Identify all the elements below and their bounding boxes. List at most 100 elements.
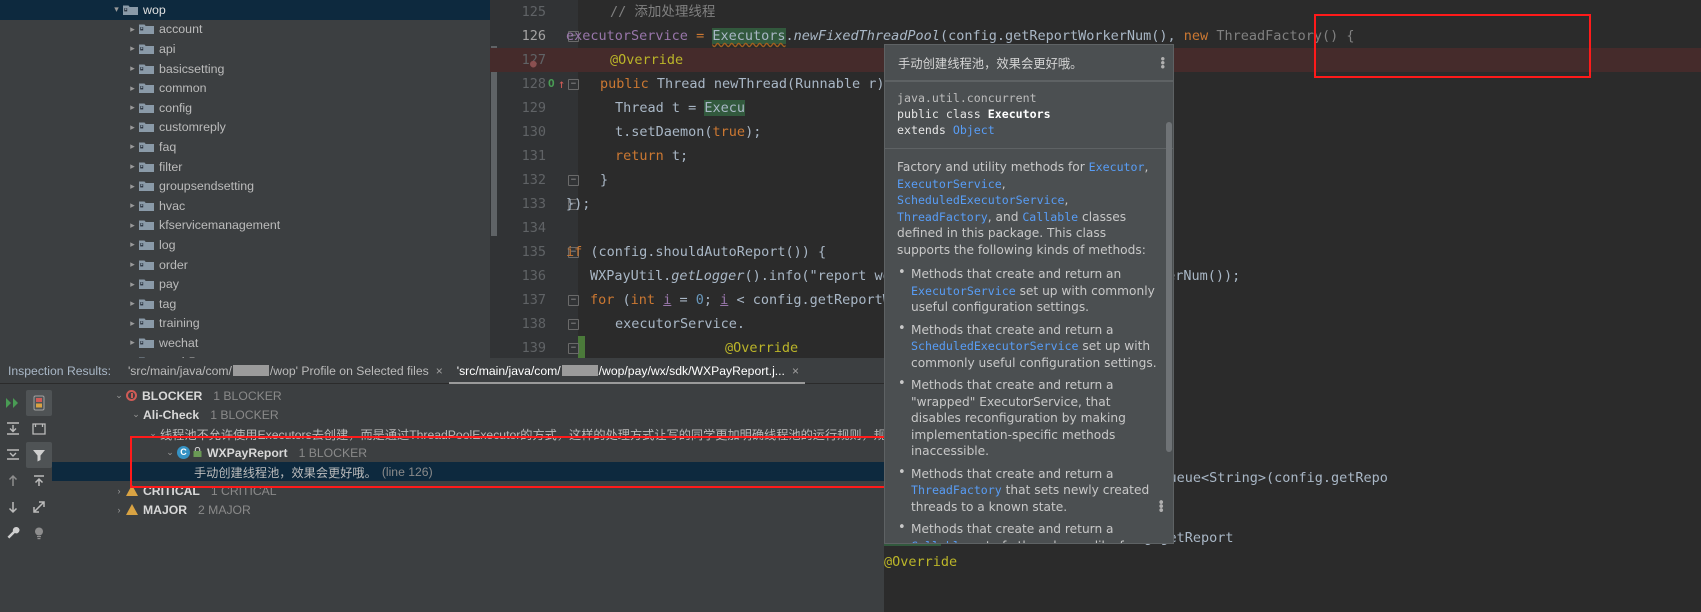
inspection-row[interactable]: ⌄ 线程池不允许使用Executors去创建，而是通过ThreadPoolExec…	[52, 424, 884, 443]
chevron-right-icon[interactable]: ▸	[126, 83, 139, 94]
export-icon[interactable]	[26, 468, 52, 494]
inspection-row[interactable]: 手动创建线程池，效果会更好哦。 (line 126)	[52, 462, 884, 481]
doc-link-threadfactory[interactable]: ThreadFactory	[897, 210, 988, 224]
tree-node-groupsendsetting[interactable]: ▸ groupsendsetting	[0, 176, 490, 196]
chevron-right-icon[interactable]: ▸	[126, 298, 139, 309]
tree-node-pay[interactable]: ▸ pay	[0, 274, 490, 294]
chevron-right-icon[interactable]: ▸	[126, 318, 139, 329]
tree-node-log[interactable]: ▸ log	[0, 235, 490, 255]
chevron-right-icon[interactable]: ▸	[126, 141, 139, 152]
line-number: 131	[521, 148, 546, 164]
chevron-right-icon[interactable]: ▸	[126, 200, 139, 211]
chevron-right-icon[interactable]: ▸	[126, 239, 139, 250]
tree-node-wechat[interactable]: ▸ wechat	[0, 333, 490, 353]
inspection-row[interactable]: › CRITICAL 1 CRITICAL	[52, 481, 884, 500]
settings-wrench-icon[interactable]	[0, 520, 26, 546]
code-text: executorService.	[615, 316, 746, 332]
close-icon[interactable]: ×	[792, 364, 799, 378]
inspection-row-label: CRITICAL	[143, 483, 200, 498]
tree-node-account[interactable]: ▸ account	[0, 20, 490, 40]
chevron-down-icon[interactable]: ⌄	[146, 428, 160, 439]
code-text: });	[566, 196, 591, 212]
chevron-right-icon[interactable]: ▸	[126, 181, 139, 192]
folder-icon	[139, 43, 154, 55]
doc-link-callable[interactable]: Callable	[1022, 210, 1078, 224]
chevron-down-icon[interactable]: ▾	[110, 4, 123, 15]
chevron-down-icon[interactable]: ⌄	[129, 409, 143, 420]
filter-icon[interactable]	[26, 442, 52, 468]
chevron-down-icon[interactable]: ⌄	[163, 447, 177, 458]
traffic-light-icon[interactable]	[26, 390, 52, 416]
chevron-right-icon[interactable]: ▸	[126, 337, 139, 348]
chevron-right-icon[interactable]: ▸	[126, 259, 139, 270]
inspection-tab[interactable]: 'src/main/java/com/ /wop' Profile on Sele…	[120, 358, 449, 384]
doc-more-options-icon[interactable]: • • •	[1157, 497, 1165, 518]
tree-node-common[interactable]: ▸ common	[0, 78, 490, 98]
redacted-path-block	[232, 365, 269, 376]
chevron-right-icon[interactable]: ▸	[126, 24, 139, 35]
doc-bullet-link[interactable]: ExecutorService	[911, 284, 1016, 298]
lightbulb-icon[interactable]	[26, 520, 52, 546]
redacted-path-block	[561, 365, 598, 376]
chevron-right-icon[interactable]: ▸	[126, 43, 139, 54]
chevron-right-icon[interactable]: ›	[112, 486, 126, 496]
fold-marker-icon[interactable]: −	[568, 343, 579, 354]
doc-bullet-link[interactable]: ThreadFactory	[911, 483, 1002, 497]
tree-node-label: wechat	[159, 335, 199, 350]
fold-marker-icon[interactable]: −	[568, 79, 579, 90]
tree-node-config[interactable]: ▸ config	[0, 98, 490, 118]
inspection-tree[interactable]: ⌄ BLOCKER 1 BLOCKER ⌄ Ali-Check 1 BLOCKER ⌄ 线程池…	[52, 384, 884, 612]
tree-node-basicsetting[interactable]: ▸ basicsetting	[0, 59, 490, 79]
group-by-directory-icon[interactable]	[26, 416, 52, 442]
chevron-right-icon[interactable]: ▸	[126, 102, 139, 113]
chevron-right-icon[interactable]: ▸	[126, 279, 139, 290]
tree-node-kfservicemanagement[interactable]: ▸ kfservicemanagement	[0, 216, 490, 236]
documentation-popup[interactable]: java.util.concurrent public class Execut…	[884, 81, 1174, 544]
tree-node-filter[interactable]: ▸ filter	[0, 157, 490, 177]
tree-node-training[interactable]: ▸ training	[0, 314, 490, 334]
doc-link-executor[interactable]: Executor	[1089, 160, 1145, 174]
doc-extends: extends Object	[897, 122, 1161, 138]
java-class-icon: C	[177, 446, 190, 459]
tree-node-tag[interactable]: ▸ tag	[0, 294, 490, 314]
doc-popup-scrollbar[interactable]	[1166, 122, 1172, 452]
chevron-right-icon[interactable]: ▸	[126, 122, 139, 133]
open-in-new-icon[interactable]	[26, 494, 52, 520]
close-icon[interactable]: ×	[436, 364, 443, 378]
fold-marker-icon[interactable]: −	[568, 319, 579, 330]
fold-marker-icon[interactable]: −	[568, 175, 579, 186]
inspection-row[interactable]: ⌄ C WXPayReport 1 BLOCKER	[52, 443, 884, 462]
doc-link-executorservice[interactable]: ExecutorService	[897, 177, 1002, 191]
chevron-right-icon[interactable]: ›	[112, 505, 126, 515]
chevron-right-icon[interactable]: ▸	[126, 161, 139, 172]
expand-all-icon[interactable]	[0, 416, 26, 442]
rerun-icon[interactable]	[0, 390, 26, 416]
chevron-right-icon[interactable]: ▸	[126, 63, 139, 74]
previous-occurrence-icon[interactable]	[0, 468, 26, 494]
inspection-tab[interactable]: 'src/main/java/com/ /wop/pay/wx/sdk/WXPay…	[448, 358, 806, 384]
doc-and-text: and	[995, 209, 1023, 224]
next-occurrence-icon[interactable]	[0, 494, 26, 520]
tree-node-order[interactable]: ▸ order	[0, 255, 490, 275]
collapse-all-icon[interactable]	[0, 442, 26, 468]
chevron-down-icon[interactable]: ⌄	[112, 390, 126, 401]
inspection-row[interactable]: ⌄ Ali-Check 1 BLOCKER	[52, 405, 884, 424]
doc-bullet-pre: Methods that create and return an	[911, 267, 1122, 281]
line-number: 130	[521, 124, 546, 140]
tree-node-api[interactable]: ▸ api	[0, 39, 490, 59]
chevron-right-icon[interactable]: ▸	[126, 220, 139, 231]
doc-bullet-link[interactable]: ScheduledExecutorService	[911, 339, 1079, 353]
inspection-row[interactable]: › MAJOR 2 MAJOR	[52, 500, 884, 519]
tree-node-hvac[interactable]: ▸ hvac	[0, 196, 490, 216]
fold-marker-icon[interactable]: −	[568, 295, 579, 306]
doc-bullet-link[interactable]: Callable	[911, 539, 967, 544]
tree-node-wop[interactable]: ▾ wop	[0, 0, 490, 20]
inspection-row[interactable]: ⌄ BLOCKER 1 BLOCKER	[52, 386, 884, 405]
doc-link-scheduledexecutorservice[interactable]: ScheduledExecutorService	[897, 193, 1065, 207]
inspection-tab-bar: Inspection Results: 'src/main/java/com/ /…	[0, 358, 884, 384]
more-options-icon[interactable]: • • •	[1160, 52, 1165, 73]
tree-node-customreply[interactable]: ▸ customreply	[0, 118, 490, 138]
inspection-row-count: 2 MAJOR	[198, 502, 251, 517]
tree-node-faq[interactable]: ▸ faq	[0, 137, 490, 157]
doc-extends-type[interactable]: Object	[953, 123, 995, 137]
